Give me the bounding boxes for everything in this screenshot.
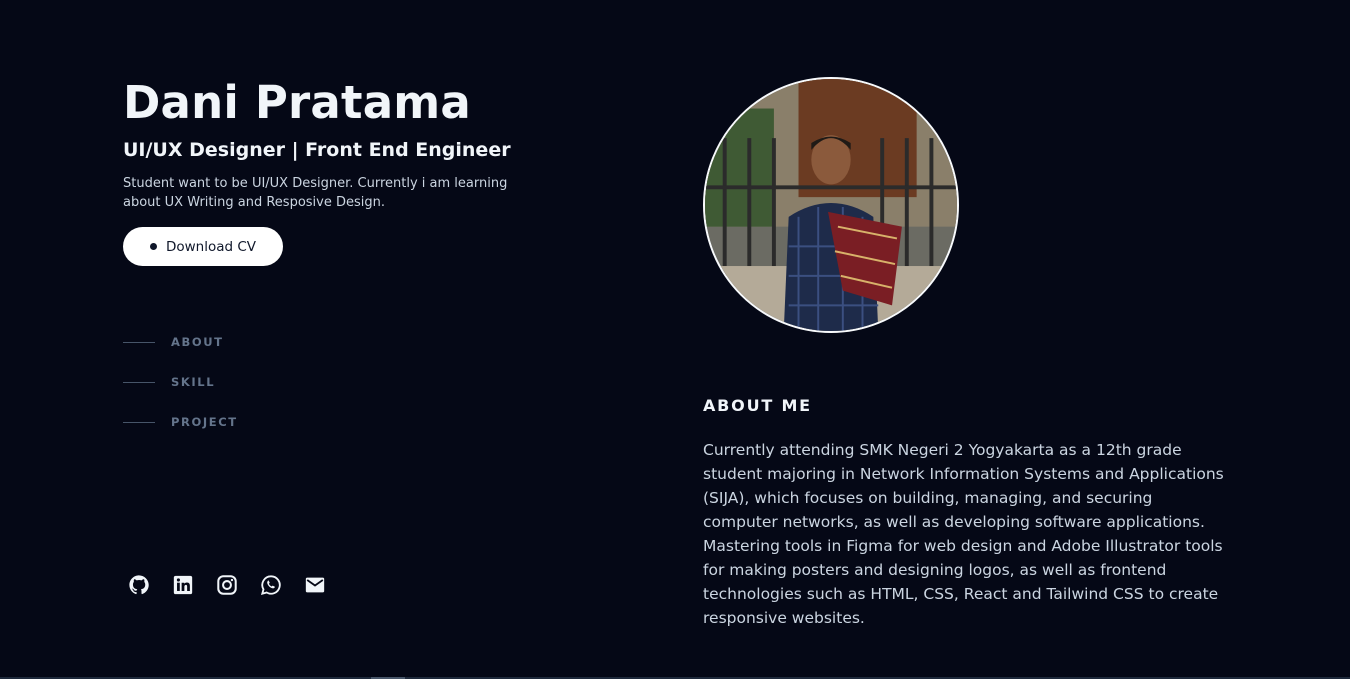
download-cv-button[interactable]: Download CV [123,227,283,266]
nav-label: ABOUT [171,335,224,349]
role-subtitle: UI/UX Designer | Front End Engineer [123,139,511,161]
social-links [128,574,348,596]
portfolio-page: Dani Pratama UI/UX Designer | Front End … [0,0,1350,679]
avatar [703,77,959,333]
nav-item-skill[interactable]: SKILL [123,372,238,392]
nav-label: PROJECT [171,415,238,429]
mail-icon[interactable] [304,574,326,596]
github-icon[interactable] [128,574,150,596]
about-text: Currently attending SMK Negeri 2 Yogyaka… [703,441,1224,627]
nav-indicator-line [123,341,155,343]
about-heading: ABOUT ME [703,396,812,415]
nav-item-about[interactable]: ABOUT [123,332,238,352]
profile-photo [705,79,957,331]
page-title: Dani Pratama [123,76,471,129]
download-cv-label: Download CV [165,238,257,255]
instagram-icon[interactable] [216,574,238,596]
tagline-text: Student want to be UI/UX Designer. Curre… [123,176,508,210]
dot-icon [149,243,157,250]
nav-indicator-line [123,421,155,423]
hero-section: Dani Pratama UI/UX Designer | Front End … [123,76,543,266]
section-nav: ABOUT SKILL PROJECT [123,332,238,452]
nav-item-project[interactable]: PROJECT [123,412,238,432]
linkedin-icon[interactable] [172,574,194,596]
whatsapp-icon[interactable] [260,574,282,596]
nav-label: SKILL [171,375,216,389]
nav-indicator-line [123,381,155,383]
